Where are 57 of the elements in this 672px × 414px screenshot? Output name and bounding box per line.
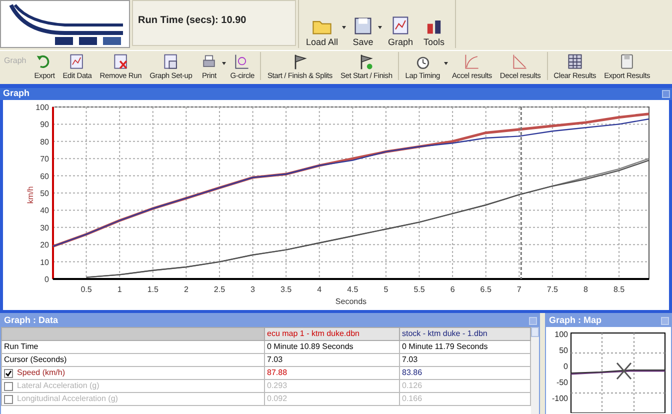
y-tick-label: 50: [559, 346, 568, 355]
y-tick-label: 70: [40, 154, 49, 164]
table-cell: 83.86: [400, 366, 530, 380]
y-tick-label: 30: [40, 223, 49, 232]
x-tick-label: 2.5: [214, 285, 226, 294]
table-cell: 0 Minute 10.89 Seconds: [264, 340, 400, 354]
y-tick-label: 100: [36, 103, 49, 112]
y-tick-label: 0: [44, 275, 49, 284]
y-tick-label: 40: [40, 206, 49, 216]
x-tick-label: 4: [317, 285, 322, 294]
y-tick-label: 80: [40, 137, 49, 146]
column-header: ecu map 1 - ktm duke.dbn: [264, 328, 400, 340]
window-title: Graph : Map: [549, 314, 602, 327]
window-title: Graph : Data: [4, 314, 58, 327]
toolbar-label: Graph: [3, 55, 28, 67]
y-tick-label: 60: [40, 172, 49, 181]
x-tick-label: 6.5: [480, 285, 492, 294]
x-tick-label: 4.5: [347, 285, 358, 294]
table-cell: 0.293: [264, 380, 400, 392]
x-tick-label: 3.5: [280, 285, 292, 294]
table-cell: 0 Minute 11.79 Seconds: [400, 340, 530, 354]
x-tick-label: 7: [516, 285, 522, 294]
table-cell: 0.166: [400, 392, 530, 406]
x-tick-label: 7.5: [546, 285, 558, 294]
y-tick-label: 10: [40, 258, 49, 267]
y-tick-label: 0: [564, 362, 568, 371]
row-label: Longitudinal Acceleration (g): [17, 393, 118, 405]
row-label: Cursor (Seconds): [2, 354, 264, 366]
x-tick-label: 3: [250, 285, 255, 294]
window-title: Graph: [3, 87, 30, 100]
row-label: Lateral Acceleration (g): [17, 380, 100, 392]
table-cell: 7.03: [400, 354, 530, 366]
y-tick-label: 100: [554, 330, 568, 339]
x-tick-label: 6: [450, 285, 455, 294]
y-tick-label: -50: [556, 378, 568, 387]
row-label: Speed (km/h): [17, 367, 66, 379]
y-axis-title: km/h: [26, 186, 35, 204]
x-tick-label: 1: [117, 285, 122, 294]
table-cell: 87.88: [264, 366, 400, 380]
y-tick-label: 90: [40, 120, 49, 130]
x-tick-label: 8.5: [613, 285, 625, 294]
x-tick-label: 5.5: [414, 285, 425, 294]
x-axis-title: Seconds: [335, 297, 367, 306]
x-tick-label: 8: [584, 285, 588, 294]
y-tick-label: 50: [40, 189, 49, 198]
x-tick-label: 1.5: [147, 285, 158, 294]
table-cell: 0.092: [264, 392, 400, 406]
x-tick-label: 5: [384, 285, 388, 294]
run-time-label: Run Time (secs): 10.90: [138, 15, 246, 26]
table-cell: 7.03: [264, 354, 400, 366]
x-tick-label: 2: [184, 285, 188, 294]
x-tick-label: 0.5: [80, 285, 92, 294]
y-tick-label: 20: [40, 240, 49, 250]
row-label: Run Time: [2, 340, 264, 354]
table-cell: 0.126: [400, 380, 530, 392]
column-header: stock - ktm duke - 1.dbn: [400, 328, 530, 340]
y-tick-label: -100: [552, 394, 568, 403]
